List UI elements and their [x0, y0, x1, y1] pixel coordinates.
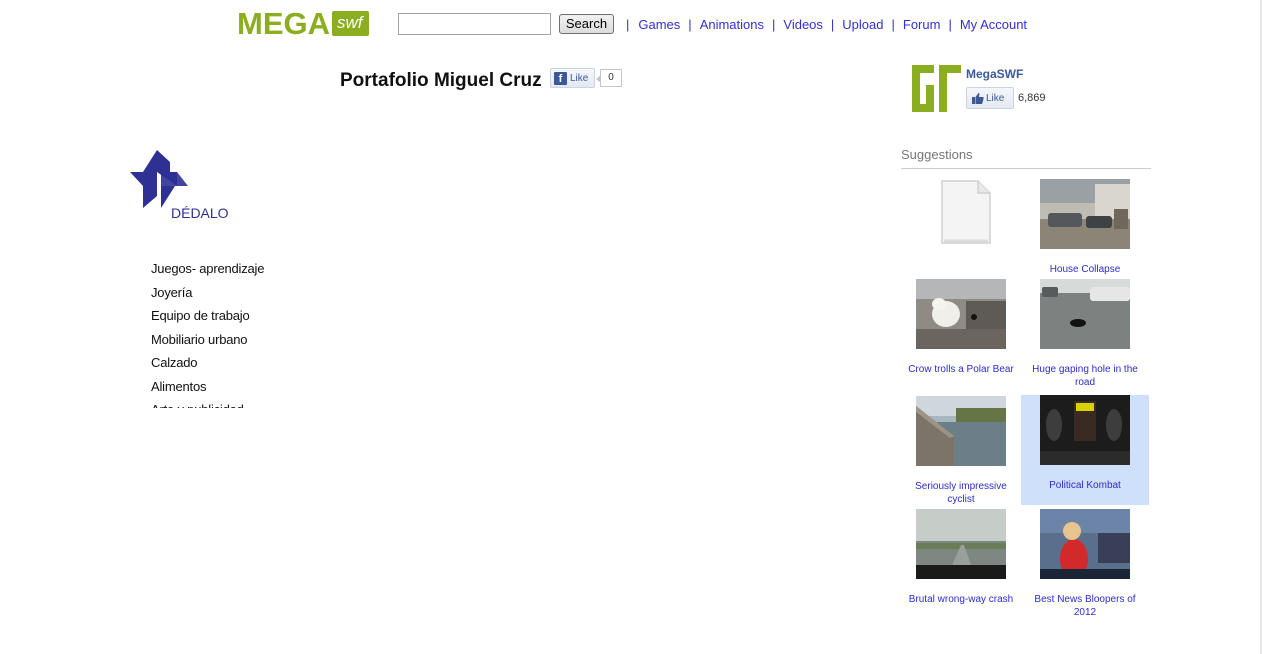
megaswf-logo[interactable]: MEGA swf [237, 8, 369, 40]
nav-upload[interactable]: Upload [842, 17, 883, 32]
suggestion-caption: Seriously impressive cyclist [915, 481, 1007, 505]
news-bloopers-thumbnail [1040, 509, 1130, 579]
menu-item-arte[interactable]: Arte y publicidad [151, 398, 264, 408]
thumbs-up-icon [972, 92, 984, 104]
menu-item-calzado[interactable]: Calzado [151, 351, 264, 375]
nav-my-account[interactable]: My Account [960, 17, 1027, 32]
nav-games[interactable]: Games [638, 17, 680, 32]
facebook-page-box: MegaSWF Like 6,869 [910, 63, 1130, 115]
political-kombat-thumbnail [1040, 395, 1130, 465]
suggestion-caption: Best News Bloopers of 2012 [1034, 594, 1136, 618]
fb-page-like-count: 6,869 [1018, 92, 1046, 104]
megaswf-page-thumbnail[interactable] [910, 63, 961, 114]
suggestion-item[interactable]: Huge gaping hole in the road [1021, 279, 1149, 389]
file-placeholder-icon [941, 180, 991, 244]
nav-videos[interactable]: Videos [783, 17, 823, 32]
house-collapse-thumbnail [1040, 179, 1130, 249]
dedalo-brand-text: DÉDALO [171, 205, 229, 221]
fb-page-like-button[interactable]: Like [966, 87, 1014, 109]
fb-like-button[interactable]: f Like [550, 68, 595, 88]
suggestion-item[interactable]: Crow trolls a Polar Bear [897, 279, 1025, 376]
suggestion-item[interactable]: House Collapse [1021, 179, 1149, 276]
suggestions-heading: Suggestions [901, 147, 973, 162]
suggestion-item[interactable]: Best News Bloopers of 2012 [1021, 509, 1149, 619]
search-button[interactable]: Search [559, 14, 614, 34]
nav-forum[interactable]: Forum [903, 17, 941, 32]
suggestion-item[interactable]: Brutal wrong-way crash [897, 509, 1025, 606]
suggestion-caption: Political Kombat [1049, 480, 1121, 491]
wrong-way-crash-thumbnail [916, 509, 1006, 579]
fb-page-name[interactable]: MegaSWF [966, 67, 1023, 81]
portfolio-menu: Juegos- aprendizaje Joyería Equipo de tr… [151, 257, 264, 408]
suggestion-caption: Brutal wrong-way crash [908, 594, 1014, 605]
top-nav: | Games | Animations | Videos | Upload | Forum | My… [626, 17, 1028, 32]
fb-page-like-label: Like [986, 92, 1005, 104]
suggestion-item[interactable]: Seriously impressive cyclist [897, 396, 1025, 506]
menu-item-joyeria[interactable]: Joyería [151, 281, 264, 305]
facebook-f-icon: f [554, 71, 567, 85]
menu-item-equipo[interactable]: Equipo de trabajo [151, 304, 264, 328]
menu-item-juegos[interactable]: Juegos- aprendizaje [151, 257, 264, 281]
menu-item-mobiliario[interactable]: Mobiliario urbano [151, 328, 264, 352]
search-input[interactable] [398, 13, 551, 35]
page-title: Portafolio Miguel Cruz [340, 70, 542, 91]
road-hole-thumbnail [1040, 279, 1130, 349]
suggestion-caption: Huge gaping hole in the road [1032, 364, 1138, 388]
logo-swf-badge: swf [332, 11, 369, 36]
suggestion-caption: House Collapse [1049, 264, 1121, 275]
cyclist-thumbnail [916, 396, 1006, 466]
logo-mega-text: MEGA [237, 6, 330, 41]
menu-item-alimentos[interactable]: Alimentos [151, 375, 264, 399]
suggestions-divider [901, 168, 1151, 169]
fb-like-count-bubble: 0 [596, 69, 622, 87]
suggestion-item[interactable] [897, 179, 1025, 263]
polar-bear-thumbnail [916, 279, 1006, 349]
flash-embed[interactable]: DÉDALO Juegos- aprendizaje Joyería Equip… [125, 140, 595, 408]
dedalo-pinwheel-icon [130, 150, 188, 208]
nav-animations[interactable]: Animations [700, 17, 764, 32]
suggestion-item[interactable]: Political Kombat [1021, 395, 1149, 505]
suggestion-caption: Crow trolls a Polar Bear [908, 364, 1014, 375]
fb-like-label: Like [570, 72, 589, 84]
